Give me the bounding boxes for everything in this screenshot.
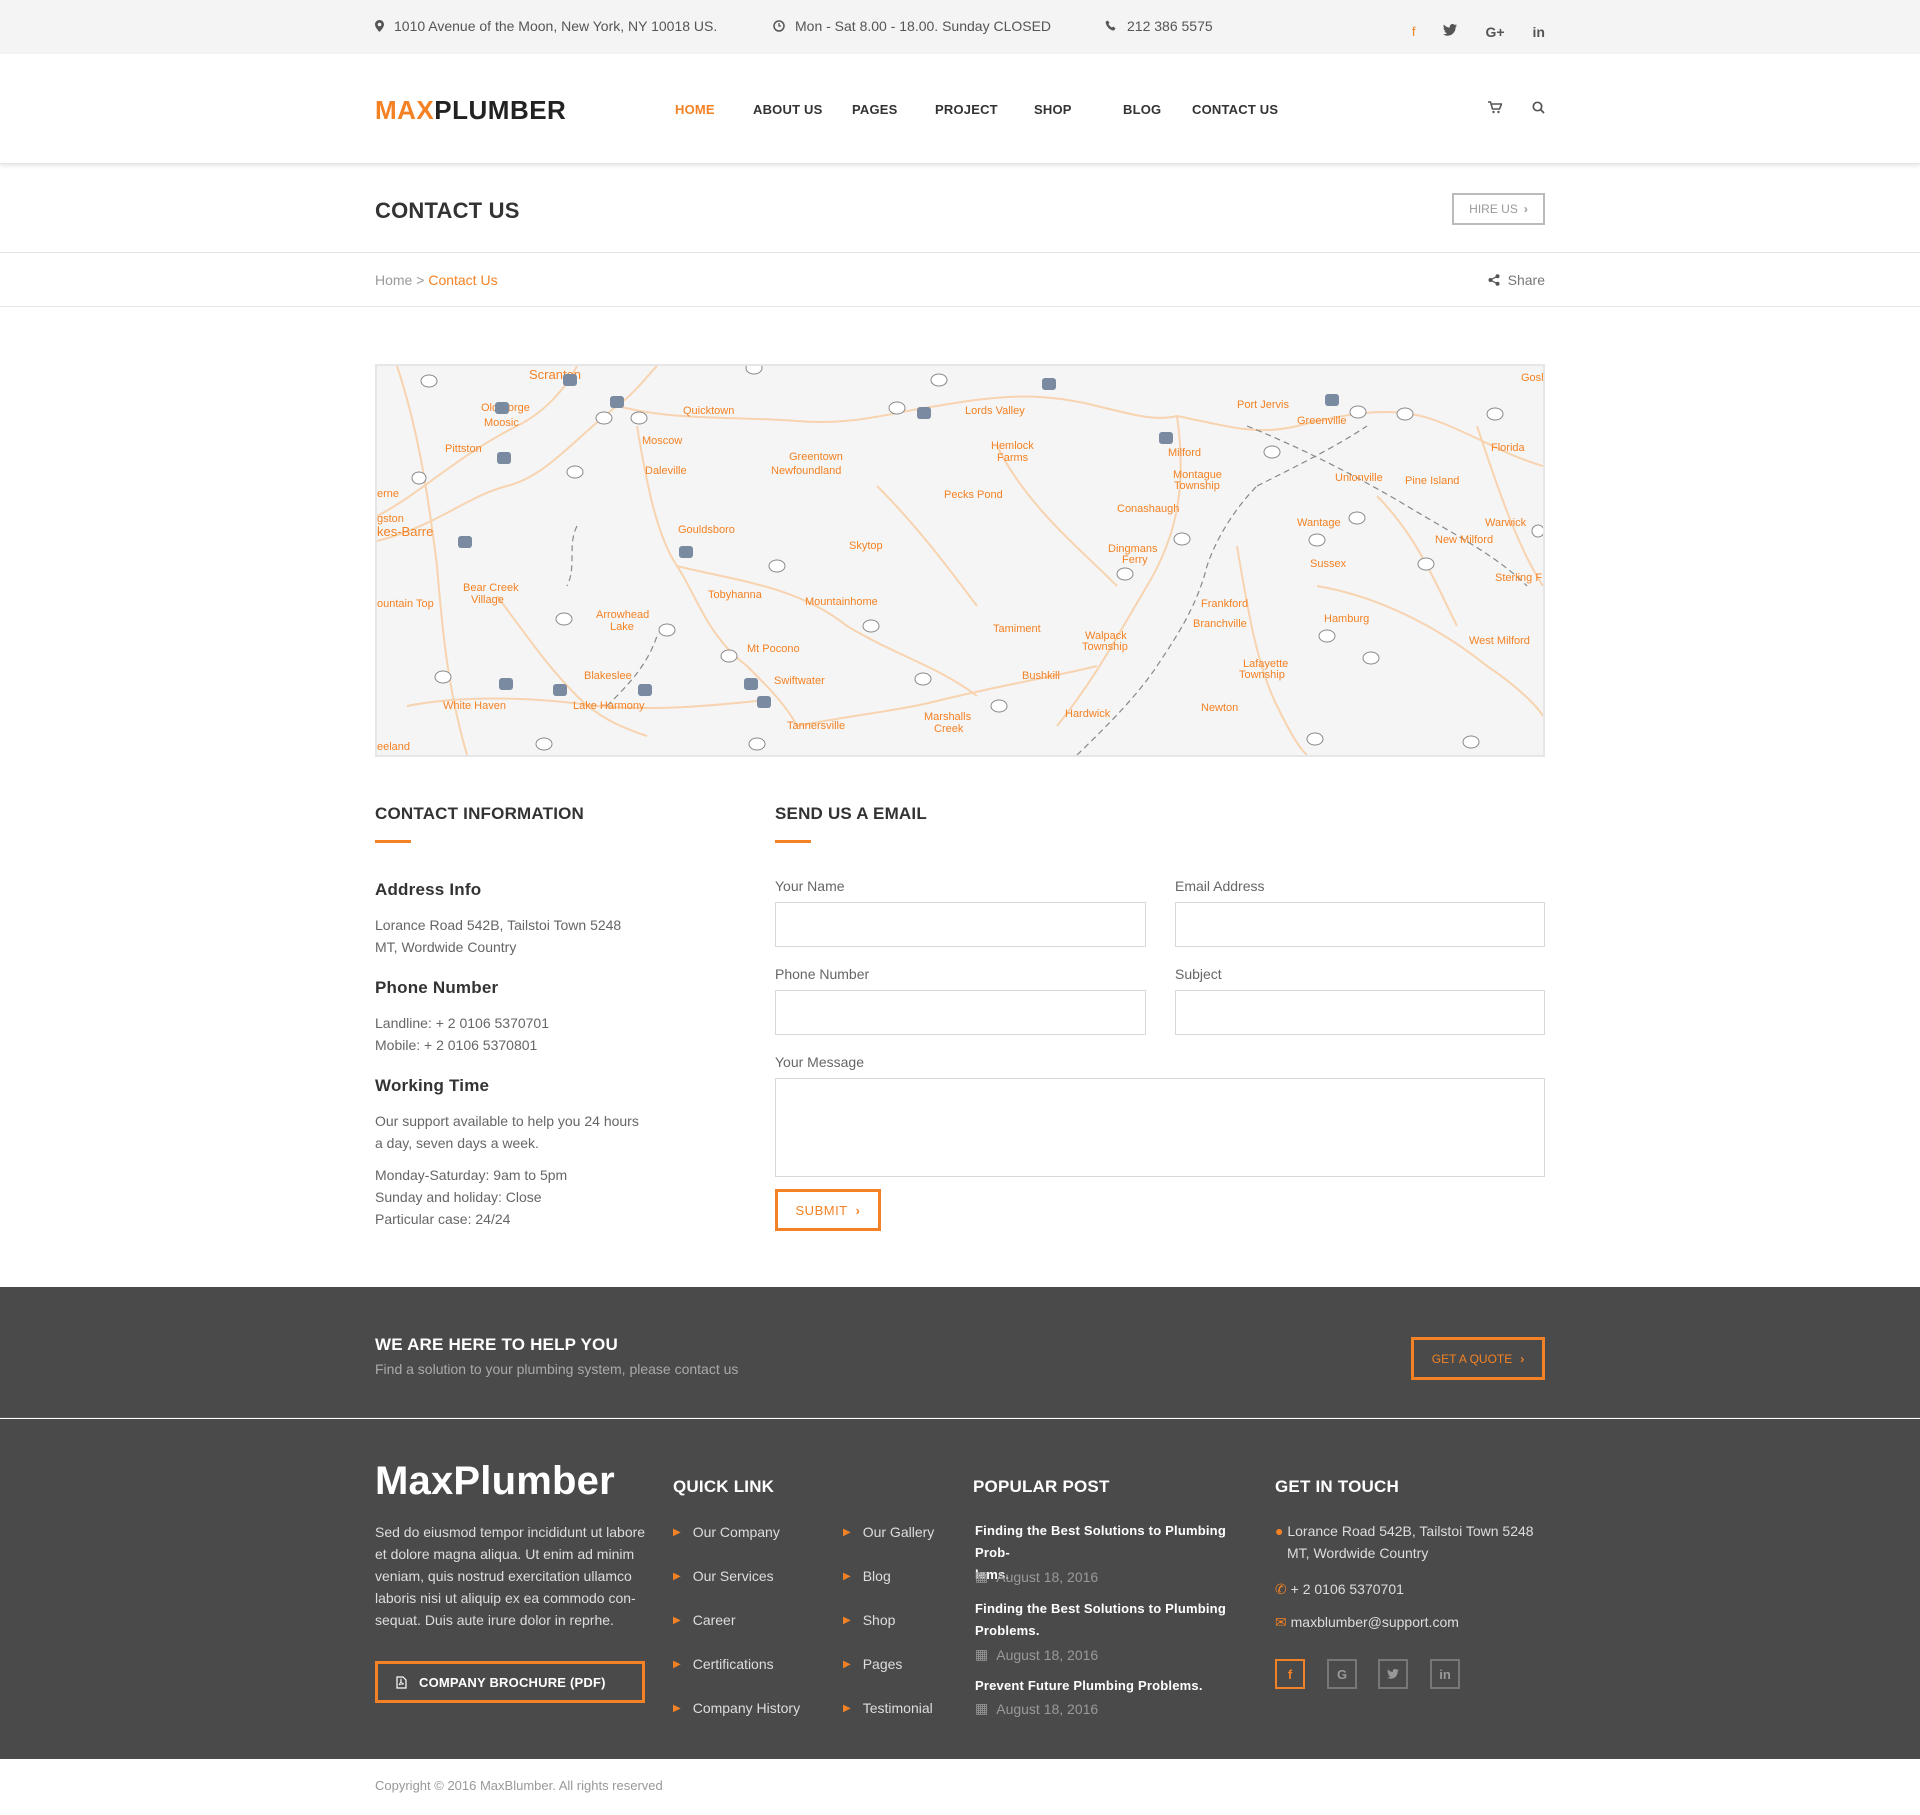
quick-link-our-services[interactable]: ▶ Our Services xyxy=(673,1568,774,1584)
subject-label: Subject xyxy=(1175,966,1222,982)
your-name-label: Your Name xyxy=(775,878,845,894)
copyright: Copyright © 2016 MaxBlumber. All rights … xyxy=(375,1778,663,1793)
quick-link-our-gallery[interactable]: ▶ Our Gallery xyxy=(843,1524,934,1540)
touch-email[interactable]: ✉ maxblumber@support.com xyxy=(1275,1611,1459,1633)
facebook-icon[interactable]: f xyxy=(1275,1659,1305,1689)
quick-link-testimonial[interactable]: ▶ Testimonial xyxy=(843,1700,933,1716)
caret-right-icon: ▶ xyxy=(673,1570,681,1582)
quick-link-label: Blog xyxy=(862,1568,891,1584)
popular-post-3-date: ▦ August 18, 2016 xyxy=(975,1700,1099,1717)
hours-sunday: Sunday and holiday: Close xyxy=(375,1189,542,1205)
caret-right-icon: ▶ xyxy=(673,1526,681,1538)
contact-info-title: CONTACT INFORMATION xyxy=(375,804,585,823)
cta-subtitle: Find a solution to your plumbing system,… xyxy=(375,1361,739,1377)
contact-information: CONTACT INFORMATION Address Info Lorance… xyxy=(375,804,695,1230)
email-input[interactable] xyxy=(1175,902,1545,947)
support-line-2: a day, seven days a week. xyxy=(375,1135,539,1151)
form-title: SEND US A EMAIL xyxy=(775,804,927,823)
quick-link-pages[interactable]: ▶ Pages xyxy=(843,1656,902,1672)
get-a-quote-label: GET A QUOTE xyxy=(1431,1351,1513,1366)
your-name-input[interactable] xyxy=(775,902,1146,947)
quick-link-blog[interactable]: ▶ Blog xyxy=(843,1568,891,1584)
linkedin-icon[interactable]: in xyxy=(1430,1659,1460,1689)
popular-post-3-title[interactable]: Prevent Future Plumbing Problems. xyxy=(975,1675,1245,1697)
quick-link-label: Shop xyxy=(862,1612,896,1628)
pdf-file-icon xyxy=(396,1675,407,1689)
popular-post-2-date: ▦ August 18, 2016 xyxy=(975,1646,1099,1663)
quick-link-label: Certifications xyxy=(692,1656,774,1672)
title-underline xyxy=(775,840,811,843)
message-textarea[interactable] xyxy=(775,1078,1545,1177)
address-line-2: MT, Wordwide Country xyxy=(375,939,517,955)
working-time-heading: Working Time xyxy=(375,1076,490,1095)
caret-right-icon: ▶ xyxy=(673,1658,681,1670)
hours-particular: Particular case: 24/24 xyxy=(375,1211,511,1227)
quick-link-label: Career xyxy=(692,1612,736,1628)
subject-input[interactable] xyxy=(1175,990,1545,1035)
quick-link-career[interactable]: ▶ Career xyxy=(673,1612,736,1628)
mobile: Mobile: + 2 0106 5370801 xyxy=(375,1037,538,1053)
phone-input[interactable] xyxy=(775,990,1146,1035)
phone-number-heading: Phone Number xyxy=(375,978,499,997)
support-line-1: Our support available to help you 24 hou… xyxy=(375,1113,639,1129)
title-underline xyxy=(375,840,411,843)
quick-link-company-history[interactable]: ▶ Company History xyxy=(673,1700,800,1716)
quick-link-label: Company History xyxy=(692,1700,801,1716)
hours-weekday: Monday-Saturday: 9am to 5pm xyxy=(375,1167,568,1183)
google-icon[interactable]: G xyxy=(1327,1659,1357,1689)
site-footer: MaxPlumber Sed do eiusmod tempor incidid… xyxy=(0,1419,1920,1759)
phone-icon: ✆ xyxy=(1275,1581,1287,1597)
chevron-right-icon: › xyxy=(1520,1351,1525,1366)
phone-label: Phone Number xyxy=(775,966,870,982)
get-in-touch-title: GET IN TOUCH xyxy=(1275,1477,1399,1496)
company-brochure-label: COMPANY BROCHURE (PDF) xyxy=(419,1674,606,1690)
calendar-icon: ▦ xyxy=(975,1700,989,1716)
quick-link-label: Testimonial xyxy=(862,1700,933,1716)
submit-button[interactable]: SUBMIT › xyxy=(775,1189,881,1231)
cta-title: WE ARE HERE TO HELP YOU xyxy=(375,1335,618,1354)
address-line-1: Lorance Road 542B, Tailstoi Town 5248 xyxy=(375,917,622,933)
twitter-icon[interactable] xyxy=(1378,1659,1408,1689)
caret-right-icon: ▶ xyxy=(843,1570,851,1582)
caret-right-icon: ▶ xyxy=(673,1702,681,1714)
envelope-icon: ✉ xyxy=(1275,1614,1287,1630)
submit-label: SUBMIT xyxy=(795,1202,848,1218)
message-label: Your Message xyxy=(775,1054,864,1070)
company-brochure-button[interactable]: COMPANY BROCHURE (PDF) xyxy=(375,1661,645,1703)
landline: Landline: + 2 0106 5370701 xyxy=(375,1015,549,1031)
quick-link-label: Our Services xyxy=(692,1568,774,1584)
email-label: Email Address xyxy=(1175,878,1265,894)
cta-banner: WE ARE HERE TO HELP YOU Find a solution … xyxy=(0,1287,1920,1418)
quick-link-certifications[interactable]: ▶ Certifications xyxy=(673,1656,774,1672)
caret-right-icon: ▶ xyxy=(843,1526,851,1538)
popular-post-title: POPULAR POST xyxy=(973,1477,1110,1496)
quick-link-our-company[interactable]: ▶ Our Company xyxy=(673,1524,780,1540)
quick-link-title: QUICK LINK xyxy=(673,1477,775,1496)
caret-right-icon: ▶ xyxy=(843,1658,851,1670)
get-a-quote-button[interactable]: GET A QUOTE › xyxy=(1411,1337,1545,1380)
contact-section: CONTACT INFORMATION Address Info Lorance… xyxy=(375,0,1545,1287)
quick-link-label: Our Company xyxy=(692,1524,780,1540)
popular-post-1-date: ▦ August 18, 2016 xyxy=(975,1568,1099,1585)
chevron-right-icon: › xyxy=(855,1202,861,1218)
popular-post-2-title[interactable]: Finding the Best Solutions to Plumbing Pr… xyxy=(975,1598,1245,1642)
quick-link-label: Our Gallery xyxy=(862,1524,935,1540)
calendar-icon: ▦ xyxy=(975,1646,989,1662)
map-pin-icon: ● xyxy=(1275,1523,1284,1539)
caret-right-icon: ▶ xyxy=(843,1702,851,1714)
caret-right-icon: ▶ xyxy=(673,1614,681,1626)
footer-logo[interactable]: MaxPlumber xyxy=(375,1459,615,1504)
quick-link-shop[interactable]: ▶ Shop xyxy=(843,1612,895,1628)
footer-about: Sed do eiusmod tempor incididunt ut labo… xyxy=(375,1524,646,1628)
caret-right-icon: ▶ xyxy=(843,1614,851,1626)
calendar-icon: ▦ xyxy=(975,1568,989,1584)
quick-link-label: Pages xyxy=(862,1656,903,1672)
touch-address: ● Lorance Road 542B, Tailstoi Town 5248 … xyxy=(1275,1523,1534,1561)
address-info-heading: Address Info xyxy=(375,880,482,899)
touch-phone: ✆ + 2 0106 5370701 xyxy=(1275,1581,1404,1597)
contact-form: SEND US A EMAIL Your Name Email Address … xyxy=(775,804,1545,1231)
